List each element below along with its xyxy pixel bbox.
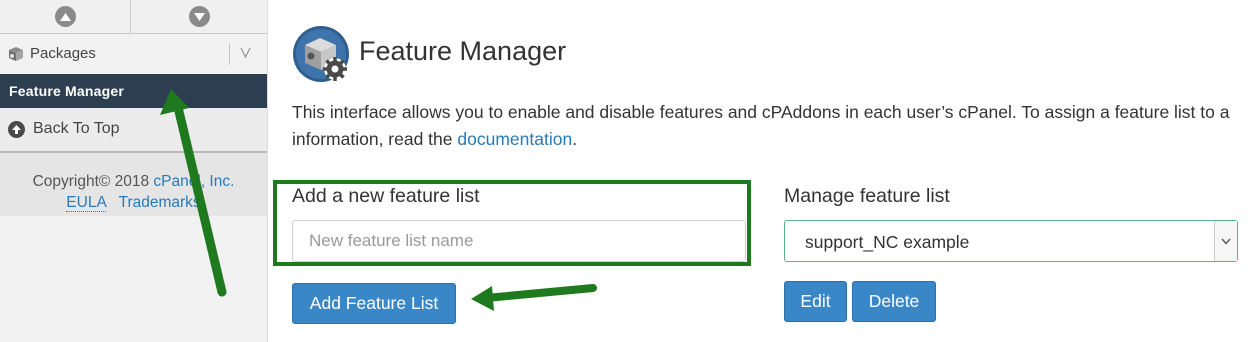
back-to-top-label: Back To Top [33, 120, 120, 137]
eula-link[interactable]: EULA [66, 194, 106, 212]
documentation-link[interactable]: documentation [457, 129, 572, 149]
sidebar-item-packages[interactable]: Packages [0, 34, 267, 74]
edit-button[interactable]: Edit [784, 281, 847, 322]
sidebar: Packages Feature Manager Back To Top Cop… [0, 0, 268, 342]
trademarks-link[interactable]: Trademarks [119, 194, 201, 211]
description-line: This interface allows you to enable and … [292, 102, 1230, 122]
footer-links: EULA Trademarks [0, 194, 267, 212]
new-feature-list-input[interactable] [292, 220, 746, 262]
page-description: This interface allows you to enable and … [292, 99, 1255, 153]
annotation-arrow-button [471, 284, 597, 311]
sidebar-item-label: Feature Manager [9, 83, 125, 99]
add-feature-list-label: Add a new feature list [292, 185, 480, 207]
cpanel-link[interactable]: cPanel, Inc. [153, 173, 234, 190]
circle-chevron-up-icon [54, 6, 76, 27]
description-text: . [572, 129, 578, 149]
copyright-text: Copyright© 2018 [32, 173, 150, 190]
scroll-down-button[interactable] [131, 0, 267, 33]
circle-chevron-down-icon [188, 6, 210, 27]
feature-manager-gear-icon [292, 25, 350, 83]
page-title: Feature Manager [359, 36, 567, 66]
description-text: information, read the [292, 129, 453, 149]
sidebar-scroll-controls [0, 0, 267, 34]
feature-list-select[interactable]: support_NC example [784, 220, 1238, 262]
description-line: information, read the documentation. [292, 126, 1255, 153]
delete-button[interactable]: Delete [852, 281, 936, 322]
copyright-line: Copyright© 2018 cPanel, Inc. [0, 173, 267, 191]
divider [229, 43, 230, 65]
selected-feature-list: support_NC example [805, 232, 970, 252]
arrow-up-circle-icon [8, 121, 25, 138]
scroll-up-button[interactable] [0, 0, 131, 33]
package-icon [7, 46, 25, 62]
chevron-down-icon[interactable] [240, 45, 251, 62]
manage-feature-list-label: Manage feature list [784, 185, 950, 207]
sidebar-item-label: Packages [30, 45, 96, 62]
chevron-down-icon[interactable] [1214, 221, 1237, 261]
sidebar-footer: Copyright© 2018 cPanel, Inc. EULA Tradem… [0, 153, 267, 216]
add-feature-list-button[interactable]: Add Feature List [292, 283, 456, 324]
sidebar-item-feature-manager[interactable]: Feature Manager [0, 74, 267, 108]
back-to-top-link[interactable]: Back To Top [0, 108, 267, 153]
